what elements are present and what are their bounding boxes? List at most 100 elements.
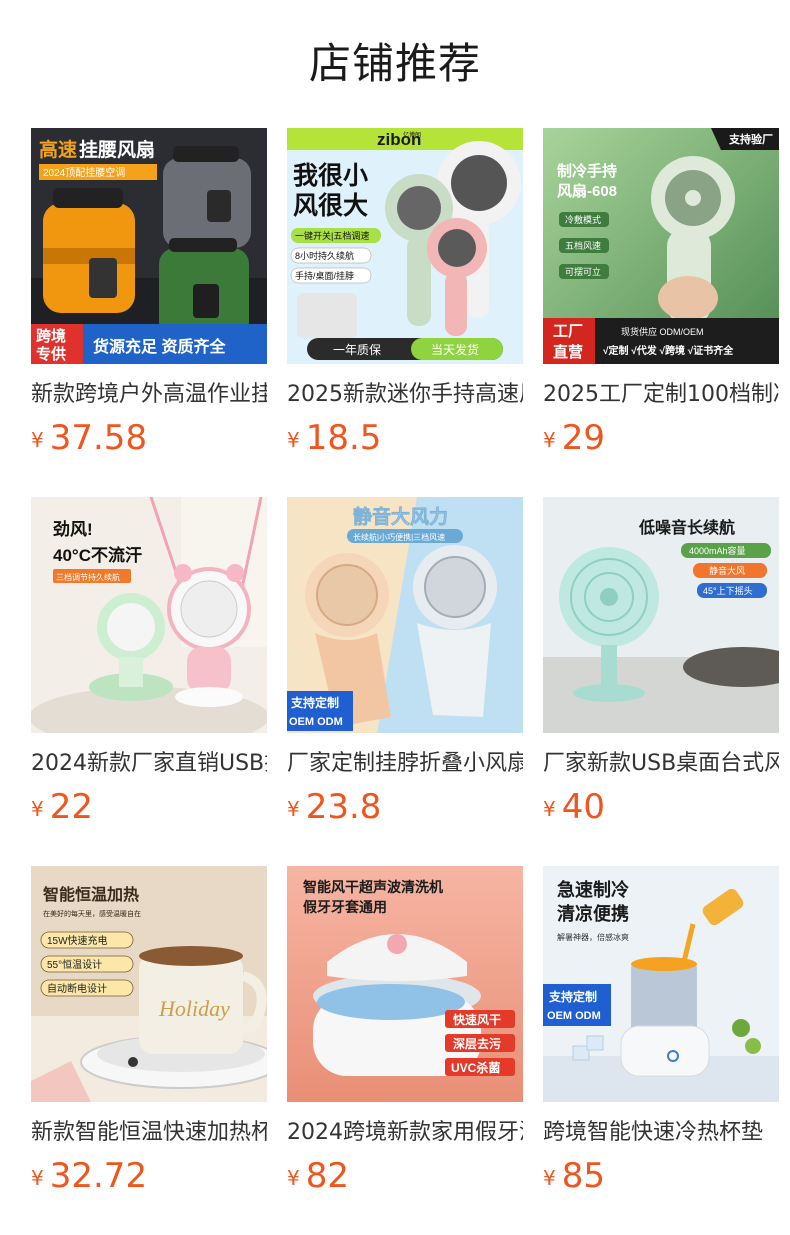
folding-fan-image[interactable]: 静音大风力 长续航|小巧便携|三档风速 支持定制 OEM ODM (287, 497, 523, 733)
svg-text:OEM ODM: OEM ODM (289, 716, 343, 728)
svg-text:40°C不流汗: 40°C不流汗 (53, 545, 142, 565)
banner-sub: 2024顶配挂腰空调 (43, 166, 125, 179)
svg-text:解暑神器，倍感冰爽: 解暑神器，倍感冰爽 (557, 932, 629, 942)
product-name[interactable]: 新款跨境户外高温作业挂腰风扇 (31, 378, 267, 412)
product-price: ¥40 (543, 785, 605, 829)
svg-text:一年质保: 一年质保 (333, 343, 381, 357)
svg-text:我很小: 我很小 (293, 162, 368, 190)
svg-text:低噪音长续航: 低噪音长续航 (638, 518, 735, 537)
svg-text:在美好的每天里，感受温暖自在: 在美好的每天里，感受温暖自在 (43, 909, 141, 918)
svg-text:假牙牙套通用: 假牙牙套通用 (303, 899, 387, 915)
product-name[interactable]: 2025工厂定制100档制冷手持风扇 (543, 378, 779, 412)
svg-text:手持/桌面/挂脖: 手持/桌面/挂脖 (295, 270, 354, 281)
svg-text:挂腰风扇: 挂腰风扇 (79, 138, 155, 161)
price-value: 22 (49, 787, 93, 827)
currency-symbol: ¥ (31, 428, 44, 452)
ultrasonic-cleaner-image[interactable]: 智能风干超声波清洗机 假牙牙套通用 快速风干 深层去污 UVC杀菌 (287, 866, 523, 1102)
product-name[interactable]: 跨境智能快速冷热杯垫 (543, 1116, 779, 1150)
svg-text:可摆可立: 可摆可立 (565, 266, 601, 277)
product-card[interactable]: 劲风! 40°C不流汗 三档调节持久续航 2024新款厂家直销USB ¥ 22 (31, 497, 267, 866)
product-name[interactable]: 厂家新款USB桌面台式风扇 (543, 747, 779, 781)
product-name[interactable]: 2024新款厂家直销USB挂脖小风扇 (31, 747, 267, 781)
product-card[interactable]: 支持验厂 制冷手持 风扇-608 冷敷模式 五档风速 可摆可立 工厂 直营 现货… (543, 128, 779, 497)
svg-text:直营: 直营 (553, 343, 583, 361)
price-value: 23.8 (305, 787, 382, 827)
price-value: 32.72 (49, 1156, 148, 1196)
product-card[interactable]: 急速制冷 清凉便携 解暑神器，倍感冰爽 支持定制 OEM ODM 跨境智能快速冷… (543, 866, 779, 1235)
price-value: 40 (561, 787, 605, 827)
svg-text:4000mAh容量: 4000mAh容量 (689, 545, 746, 556)
svg-text:快速风干: 快速风干 (453, 1012, 501, 1027)
product-name[interactable]: 2024跨境新款家用假牙清洗机 (287, 1116, 523, 1150)
price-value: 85 (561, 1156, 605, 1196)
svg-text:智能风干超声波清洗机: 智能风干超声波清洗机 (302, 879, 443, 895)
svg-text:风扇-608: 风扇-608 (557, 182, 617, 200)
svg-text:UVC杀菌: UVC杀菌 (451, 1060, 500, 1075)
svg-text:三档调节持久续航: 三档调节持久续航 (56, 572, 120, 582)
product-price: ¥29 (543, 416, 605, 460)
banner-headline-em: 高速 (39, 138, 77, 161)
handheld-fan-image[interactable]: zibon 亿博朗 我很小 风很大 一键开关|五档调速 8小时持久续航 手持/桌… (287, 128, 523, 364)
currency-symbol: ¥ (287, 1166, 300, 1190)
cooling-cup-image[interactable]: 急速制冷 清凉便携 解暑神器，倍感冰爽 支持定制 OEM ODM (543, 866, 779, 1102)
product-grid: 高速 挂腰风扇 2024顶配挂腰空调 跨境 专供 货源充足 资质齐全 新款跨境户… (31, 128, 790, 1235)
svg-text:制冷手持: 制冷手持 (557, 162, 617, 180)
price-value: 18.5 (305, 418, 382, 458)
warming-coaster-image[interactable]: 智能恒温加热 在美好的每天里，感受温暖自在 15W快速充电 55°恒温设计 自动… (31, 866, 267, 1102)
svg-text:亿博朗: 亿博朗 (403, 131, 421, 139)
product-card[interactable]: 静音大风力 长续航|小巧便携|三档风速 支持定制 OEM ODM 厂家定制挂脖折… (287, 497, 523, 866)
product-price: ¥23.8 (287, 785, 381, 829)
svg-text:自动断电设计: 自动断电设计 (47, 982, 107, 995)
svg-text:长续航|小巧便携|三档风速: 长续航|小巧便携|三档风速 (353, 532, 445, 542)
svg-text:55°恒温设计: 55°恒温设计 (47, 958, 102, 971)
svg-text:专供: 专供 (36, 345, 66, 363)
product-card[interactable]: 高速 挂腰风扇 2024顶配挂腰空调 跨境 专供 货源充足 资质齐全 新款跨境户… (31, 128, 267, 497)
svg-text:冷敷模式: 冷敷模式 (565, 214, 601, 225)
product-price: ¥18.5 (287, 416, 381, 460)
product-card[interactable]: 低噪音长续航 4000mAh容量 静音大风 45°上下摇头 厂家新款USB桌面台… (543, 497, 779, 866)
currency-symbol: ¥ (287, 797, 300, 821)
svg-text:支持定制: 支持定制 (548, 989, 597, 1004)
product-price: ¥32.72 (31, 1154, 147, 1198)
price-value: 29 (561, 418, 605, 458)
svg-text:√定制 √代发 √跨境 √证书齐全: √定制 √代发 √跨境 √证书齐全 (603, 344, 734, 357)
product-name[interactable]: 2025新款迷你手持高速风扇 (287, 378, 523, 412)
product-price: ¥22 (31, 785, 93, 829)
product-card[interactable]: zibon 亿博朗 我很小 风很大 一键开关|五档调速 8小时持久续航 手持/桌… (287, 128, 523, 497)
svg-text:静音大风力: 静音大风力 (353, 505, 448, 528)
product-card[interactable]: 智能恒温加热 在美好的每天里，感受温暖自在 15W快速充电 55°恒温设计 自动… (31, 866, 267, 1235)
svg-text:支持定制: 支持定制 (290, 695, 339, 710)
price-value: 37.58 (49, 418, 148, 458)
svg-text:当天发货: 当天发货 (431, 342, 479, 357)
svg-text:支持验厂: 支持验厂 (728, 132, 773, 146)
product-name[interactable]: 厂家定制挂脖折叠小风扇 (287, 747, 523, 781)
currency-symbol: ¥ (287, 428, 300, 452)
currency-symbol: ¥ (31, 797, 44, 821)
svg-text:风很大: 风很大 (293, 192, 368, 220)
currency-symbol: ¥ (543, 1166, 556, 1190)
svg-text:五档风速: 五档风速 (565, 240, 601, 251)
waist-fan-image[interactable]: 高速 挂腰风扇 2024顶配挂腰空调 跨境 专供 货源充足 资质齐全 (31, 128, 267, 364)
svg-text:Holiday: Holiday (158, 996, 230, 1021)
product-card[interactable]: 智能风干超声波清洗机 假牙牙套通用 快速风干 深层去污 UVC杀菌 2024跨境… (287, 866, 523, 1235)
product-price: ¥82 (287, 1154, 349, 1198)
svg-text:清凉便携: 清凉便携 (557, 903, 629, 924)
svg-text:45°上下摇头: 45°上下摇头 (703, 585, 753, 596)
svg-text:深层去污: 深层去污 (453, 1036, 501, 1051)
product-price: ¥37.58 (31, 416, 147, 460)
kids-fan-image[interactable]: 劲风! 40°C不流汗 三档调节持久续航 (31, 497, 267, 733)
svg-text:一键开关|五档调速: 一键开关|五档调速 (295, 230, 369, 241)
svg-text:工厂: 工厂 (553, 323, 583, 340)
svg-text:8小时持久续航: 8小时持久续航 (295, 250, 354, 261)
cooling-fan-image[interactable]: 支持验厂 制冷手持 风扇-608 冷敷模式 五档风速 可摆可立 工厂 直营 现货… (543, 128, 779, 364)
currency-symbol: ¥ (543, 428, 556, 452)
svg-text:劲风!: 劲风! (52, 520, 93, 539)
desk-fan-image[interactable]: 低噪音长续航 4000mAh容量 静音大风 45°上下摇头 (543, 497, 779, 733)
page-title: 店铺推荐 (308, 39, 481, 88)
svg-text:跨境: 跨境 (36, 327, 66, 345)
svg-text:静音大风: 静音大风 (709, 565, 745, 576)
svg-text:急速制冷: 急速制冷 (557, 879, 629, 900)
product-name[interactable]: 新款智能恒温快速加热杯垫 (31, 1116, 267, 1150)
svg-text:现货供应 ODM/OEM: 现货供应 ODM/OEM (621, 326, 704, 337)
svg-text:15W快速充电: 15W快速充电 (47, 934, 108, 947)
